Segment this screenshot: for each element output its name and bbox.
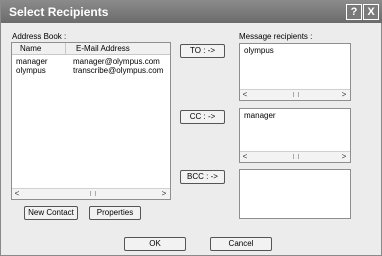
- scroll-thumb[interactable]: [90, 191, 96, 196]
- dialog-title: Select Recipients: [9, 5, 109, 19]
- scroll-right-icon[interactable]: >: [159, 189, 169, 199]
- properties-button[interactable]: Properties: [89, 206, 141, 220]
- cc-hscrollbar[interactable]: < >: [240, 151, 350, 162]
- address-book-list[interactable]: Name E-Mail Address manager manager@olym…: [11, 42, 171, 200]
- to-button[interactable]: TO : ->: [180, 44, 225, 58]
- row-name[interactable]: olympus: [16, 66, 46, 75]
- scroll-right-icon[interactable]: >: [339, 152, 349, 162]
- scroll-thumb[interactable]: [293, 92, 299, 97]
- scroll-left-icon[interactable]: <: [240, 90, 250, 100]
- scroll-thumb[interactable]: [293, 154, 299, 159]
- close-button[interactable]: X: [363, 4, 379, 20]
- row-email[interactable]: manager@olympus.com: [73, 57, 160, 66]
- message-recipients-label: Message recipients :: [239, 32, 313, 41]
- to-recipients-field[interactable]: olympus < >: [239, 43, 351, 101]
- address-book-label: Address Book :: [12, 32, 67, 41]
- column-header-email[interactable]: E-Mail Address: [66, 43, 170, 55]
- to-hscrollbar[interactable]: < >: [240, 89, 350, 100]
- row-name[interactable]: manager: [16, 57, 48, 66]
- cc-recipient-value[interactable]: manager: [244, 111, 276, 120]
- new-contact-button[interactable]: New Contact: [24, 206, 78, 220]
- bcc-recipients-field[interactable]: [239, 169, 351, 219]
- ok-button[interactable]: OK: [124, 237, 186, 251]
- cc-button[interactable]: CC : ->: [180, 110, 225, 124]
- column-header-name[interactable]: Name: [12, 43, 66, 55]
- help-button[interactable]: ?: [346, 4, 362, 20]
- title-bar: Select Recipients ? X: [1, 1, 382, 23]
- scroll-left-icon[interactable]: <: [240, 152, 250, 162]
- bcc-button[interactable]: BCC : ->: [180, 170, 225, 184]
- row-email[interactable]: transcribe@olympus.com: [73, 66, 163, 75]
- to-recipient-value[interactable]: olympus: [244, 46, 274, 55]
- address-book-hscrollbar[interactable]: < >: [12, 188, 170, 199]
- scroll-right-icon[interactable]: >: [339, 90, 349, 100]
- scroll-left-icon[interactable]: <: [12, 189, 22, 199]
- cancel-button[interactable]: Cancel: [210, 237, 272, 251]
- cc-recipients-field[interactable]: manager < >: [239, 108, 351, 163]
- select-recipients-dialog: Select Recipients ? X Address Book : Nam…: [0, 0, 382, 256]
